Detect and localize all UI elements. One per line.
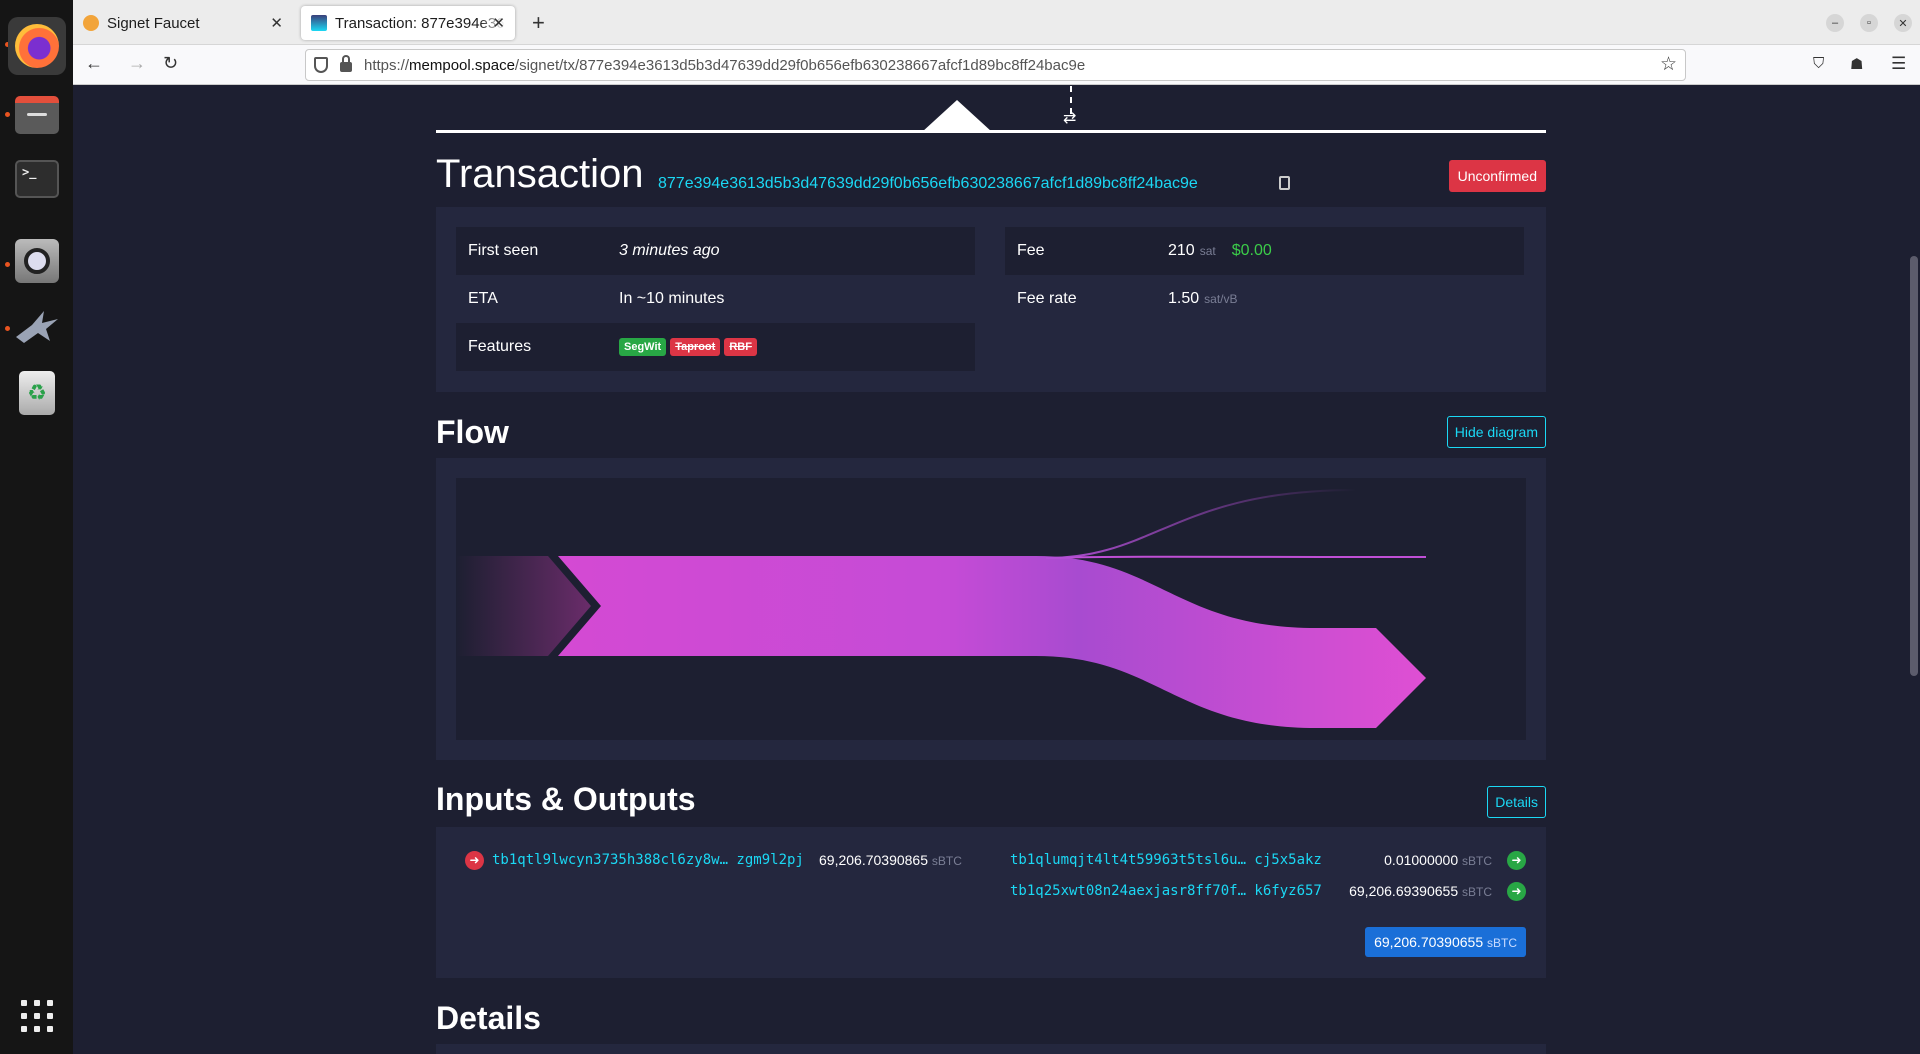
- features-badges: SegWit Taproot RBF: [619, 338, 761, 356]
- status-badge: Unconfirmed: [1448, 160, 1546, 192]
- tracking-shield-icon[interactable]: [314, 57, 328, 73]
- page-scrollbar[interactable]: [1910, 256, 1918, 676]
- tab-transaction[interactable]: Transaction: 877e394e3613d5b3 ✕: [301, 6, 515, 40]
- blockchain-divider: [436, 130, 1546, 133]
- flow-input-path[interactable]: [456, 556, 591, 656]
- pocket-icon[interactable]: ⛉: [1813, 55, 1824, 72]
- flow-fee[interactable]: [1045, 489, 1357, 559]
- bird-icon: [14, 307, 60, 347]
- taproot-badge[interactable]: Taproot: [670, 338, 721, 356]
- features-label: Features: [468, 338, 532, 355]
- close-window-icon[interactable]: ✕: [1894, 14, 1912, 32]
- fee-rate-value: 1.50 sat/vB: [1168, 290, 1238, 307]
- details-heading: Details: [436, 1000, 541, 1036]
- io-box: ➜ tb1qtl9lwcyn3735h388cl6zy8w… zgm9l2pj …: [436, 827, 1546, 978]
- first-seen-label: First seen: [468, 242, 539, 259]
- output-address[interactable]: tb1qlumqjt4lt4t59963t5tsl6u… cj5x5akz: [1010, 852, 1322, 868]
- reload-icon[interactable]: ↻: [163, 53, 178, 74]
- page-title: Transaction: [436, 152, 644, 196]
- menu-icon[interactable]: ☰: [1891, 54, 1906, 74]
- output-arrow-icon[interactable]: ➜: [1507, 850, 1526, 870]
- fee-label: Fee: [1017, 242, 1045, 259]
- url-bar[interactable]: https://mempool.space/signet/tx/877e394e…: [305, 49, 1686, 81]
- bird-app-launcher[interactable]: [8, 298, 66, 356]
- url-text[interactable]: https://mempool.space/signet/tx/877e394e…: [364, 57, 1085, 74]
- output-address[interactable]: tb1q25xwt08n24aexjasr8ff70f… k6fyz657: [1010, 883, 1322, 899]
- hide-diagram-button[interactable]: Hide diagram: [1446, 416, 1546, 448]
- lock-icon[interactable]: [340, 55, 352, 72]
- flow-output-main[interactable]: [558, 556, 1426, 728]
- rbf-badge[interactable]: RBF: [724, 338, 757, 356]
- navigation-toolbar: ← → ↻ https://mempool.space/signet/tx/87…: [73, 45, 1920, 85]
- input-row: ➜ tb1qtl9lwcyn3735h388cl6zy8w… zgm9l2pj …: [465, 847, 962, 873]
- tab-title: Signet Faucet: [107, 14, 200, 32]
- io-heading: Inputs & Outputs: [436, 781, 696, 817]
- terminal-launcher[interactable]: >_: [8, 150, 66, 208]
- first-seen-row: First seen 3 minutes ago: [456, 227, 975, 275]
- segwit-badge[interactable]: SegWit: [619, 338, 667, 356]
- flow-output-small[interactable]: [1045, 555, 1427, 559]
- minimize-icon[interactable]: –: [1826, 14, 1844, 32]
- flow-diagram-box: [436, 458, 1546, 760]
- restore-icon[interactable]: ▫: [1860, 14, 1878, 32]
- output-row: tb1q25xwt08n24aexjasr8ff70f… k6fyz657 69…: [1010, 878, 1526, 904]
- details-box: [436, 1044, 1546, 1054]
- close-tab-icon[interactable]: ✕: [270, 14, 283, 32]
- eta-row: ETA In ~10 minutes: [456, 275, 975, 323]
- details-button[interactable]: Details: [1487, 786, 1546, 818]
- eta-value: In ~10 minutes: [619, 290, 725, 307]
- fee-rate-label: Fee rate: [1017, 290, 1077, 307]
- input-address[interactable]: tb1qtl9lwcyn3735h388cl6zy8w… zgm9l2pj: [492, 852, 804, 868]
- eta-label: ETA: [468, 290, 498, 307]
- copy-icon[interactable]: [1279, 176, 1290, 190]
- new-tab-icon[interactable]: +: [532, 10, 545, 36]
- faucet-favicon: [83, 15, 99, 31]
- close-tab-icon[interactable]: ✕: [492, 14, 505, 32]
- fee-value: 210 sat $0.00: [1168, 242, 1272, 259]
- back-icon[interactable]: ←: [85, 53, 103, 74]
- block-pointer-arrow: [922, 100, 992, 132]
- trash-launcher[interactable]: ♻: [8, 364, 66, 422]
- output-amount: 69,206.69390655 sBTC: [1349, 883, 1492, 899]
- input-amount: 69,206.70390865 sBTC: [819, 852, 962, 868]
- output-row: tb1qlumqjt4lt4t59963t5tsl6u… cj5x5akz 0.…: [1010, 847, 1526, 873]
- flow-svg: [456, 489, 1427, 728]
- flow-heading: Flow: [436, 414, 509, 450]
- forward-icon[interactable]: →: [128, 53, 146, 74]
- magnifier-icon: [15, 239, 59, 283]
- txid-link[interactable]: 877e394e3613d5b3d47639dd29f0b656efb63023…: [658, 175, 1198, 193]
- flow-diagram: [456, 478, 1526, 740]
- output-amount: 0.01000000 sBTC: [1384, 852, 1492, 868]
- firefox-window: Signet Faucet ✕ Transaction: 877e394e361…: [73, 0, 1920, 1054]
- firefox-icon: [15, 24, 59, 68]
- recycle-icon: ♻: [19, 371, 55, 415]
- tab-signet-faucet[interactable]: Signet Faucet ✕: [73, 6, 293, 40]
- magnifier-launcher[interactable]: [8, 232, 66, 290]
- fee-usd: $0.00: [1231, 242, 1272, 259]
- files-launcher[interactable]: [8, 86, 66, 144]
- input-arrow-icon[interactable]: ➜: [465, 850, 484, 870]
- swap-icon[interactable]: ⇄: [1063, 108, 1076, 128]
- tab-title: Transaction: 877e394e3613d5b3: [335, 14, 505, 32]
- bookmark-star-icon[interactable]: ☆: [1660, 53, 1677, 76]
- terminal-icon: >_: [15, 160, 59, 198]
- tx-summary-box: First seen 3 minutes ago ETA In ~10 minu…: [436, 207, 1546, 392]
- extension-icon[interactable]: ☗: [1850, 55, 1863, 73]
- fee-row: Fee 210 sat $0.00: [1005, 227, 1524, 275]
- features-row: Features SegWit Taproot RBF: [456, 323, 975, 371]
- output-arrow-icon[interactable]: ➜: [1507, 881, 1526, 901]
- files-icon: [15, 96, 59, 134]
- fee-rate-row: Fee rate 1.50 sat/vB: [1005, 275, 1524, 323]
- page-viewport: ⇄ Transaction 877e394e3613d5b3d47639dd29…: [73, 86, 1920, 1054]
- first-seen-value: 3 minutes ago: [619, 242, 720, 259]
- ubuntu-dock: >_ ♻: [0, 0, 73, 1054]
- total-amount-badge[interactable]: 69,206.70390655 sBTC: [1365, 927, 1526, 957]
- mempool-favicon: [311, 15, 327, 31]
- firefox-launcher[interactable]: [8, 17, 66, 75]
- show-apps-icon[interactable]: [21, 1000, 53, 1032]
- tab-bar: Signet Faucet ✕ Transaction: 877e394e361…: [73, 0, 1920, 45]
